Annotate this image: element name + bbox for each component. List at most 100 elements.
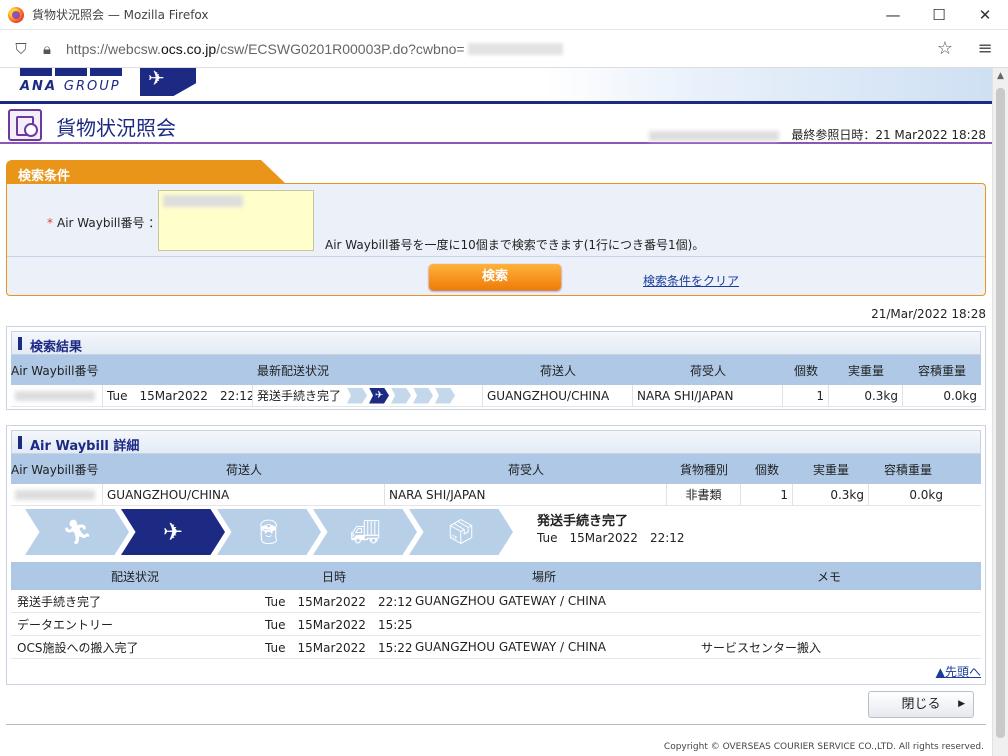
back-to-top-link[interactable]: ▲先頭へ [936, 663, 981, 680]
box-icon [435, 387, 456, 404]
status-text: 発送手続き完了 [257, 388, 342, 403]
ana-group-logo: ANA GROUP [20, 68, 122, 94]
airplane-step-icon: ✈ [121, 509, 225, 555]
url-host: https://webcsw. [66, 40, 161, 57]
close-window-button[interactable]: ✕ [962, 0, 1008, 30]
col-awb: Air Waybill番号 [11, 462, 99, 477]
app-menu-icon[interactable]: ≡ [972, 36, 998, 62]
history-row: 発送手続き完了 Tue 15Mar2022 22:12 GUANGZHOU GA… [11, 590, 981, 613]
pieces-cell: 1 [741, 483, 793, 506]
firefox-icon [8, 6, 24, 23]
shield-icon[interactable]: ⛉ [8, 36, 34, 62]
package-step-icon: 📦︎ [409, 509, 513, 555]
url-domain: ocs.co.jp [160, 40, 217, 57]
col-location: 場所 [531, 569, 556, 584]
copyright: Copyright © OVERSEAS COURIER SERVICE CO.… [663, 742, 984, 752]
footer-divider [6, 724, 986, 725]
awb-field-label: * Air Waybill番号 ： [47, 216, 161, 230]
consignee-cell: NARA SHI/JAPAN [633, 384, 783, 407]
clear-conditions-link[interactable]: 検索条件をクリア [643, 272, 739, 289]
close-button-label: 閉じる [901, 697, 941, 712]
col-cargo-type: 貨物種別 [679, 462, 728, 477]
history-place: GUANGZHOU GATEWAY / CHINA [415, 594, 606, 608]
awb-detail-panel: Air Waybill 詳細 Air Waybill番号 荷送人 荷受人 貨物種… [6, 425, 986, 685]
plane-icon: ✈ [369, 387, 390, 404]
bookmark-star-icon[interactable]: ☆ [932, 36, 958, 62]
history-header: 配送状況 日時 場所 メモ [11, 562, 981, 590]
table-row: GUANGZHOU/CHINA NARA SHI/JAPAN 非書類 1 0.3… [11, 483, 981, 506]
url-path: /csw/ECSWG0201R00003P.do?cwbno= [216, 40, 465, 57]
scroll-up-icon[interactable]: ▲ [993, 68, 1008, 84]
current-status: 発送手続き完了 Tue 15Mar2022 22:12 [537, 510, 685, 546]
window-title: 貨物状況照会 — Mozilla Firefox [32, 8, 209, 22]
delivery-progress: 🏃︎ ✈ 👮︎ 🚚︎ 📦︎ 発送手続き完了 Tue 15Mar2022 22:1… [11, 506, 981, 558]
awb-cell[interactable] [11, 384, 103, 407]
url-redacted [467, 42, 563, 55]
shipper-cell: GUANGZHOU/CHINA [103, 483, 385, 506]
customs-step-icon: 👮︎ [217, 509, 321, 555]
history-memo: サービスセンター搬入 [701, 640, 822, 655]
col-shipper: 荷送人 [539, 363, 576, 378]
browser-navbar: ⛉ 🔒︎ https://webcsw. ocs.co.jp/csw/ECSWG0… [0, 30, 1008, 68]
awb-cell [11, 483, 103, 506]
results-header: Air Waybill番号 最新配送状況 荷送人 荷受人 個数 実重量 容積重量 [11, 355, 981, 385]
history-status: 発送手続き完了 [17, 594, 102, 609]
col-volume-weight: 容積重量 [883, 462, 932, 477]
minimize-button[interactable]: — [870, 0, 916, 30]
actual-weight-cell: 0.3kg [829, 384, 903, 407]
history-row: OCS施設への搬入完了 Tue 15Mar2022 15:22 GUANGZHO… [11, 636, 981, 659]
search-results-panel: 検索結果 Air Waybill番号 最新配送状況 荷送人 荷受人 個数 実重量… [6, 326, 986, 410]
result-timestamp: 21/Mar/2022 18:28 [871, 307, 986, 321]
vertical-scrollbar[interactable]: ▲ [992, 68, 1008, 756]
cargo-type-cell: 非書類 [667, 483, 741, 506]
search-condition-box: * Air Waybill番号 ： Air Waybill番号を一度に10個まで検… [6, 183, 986, 296]
search-condition-tab: 検索条件 [6, 160, 286, 184]
history-date: Tue 15Mar2022 22:12 [265, 594, 413, 609]
col-shipper: 荷送人 [225, 462, 262, 477]
col-awb: Air Waybill番号 [11, 363, 99, 378]
close-button[interactable]: 閉じる ▶ [868, 691, 974, 718]
col-consignee: 荷受人 [689, 363, 726, 378]
col-delivery-status: 配送状況 [110, 569, 159, 584]
history-date: Tue 15Mar2022 15:25 [265, 617, 413, 632]
search-button[interactable]: 検索 [429, 264, 561, 290]
table-row[interactable]: Tue 15Mar2022 22:12 発送手続き完了 ✈ GUANGZHOU/… [11, 384, 981, 407]
truck-step-icon: 🚚︎ [313, 509, 417, 555]
status-cell: 発送手続き完了 ✈ [253, 384, 483, 407]
consignee-cell: NARA SHI/JAPAN [385, 483, 667, 506]
title-row: 貨物状況照会 最終参照日時：21 Mar2022 18:28 [0, 104, 992, 144]
status-date: Tue 15Mar2022 22:12 [103, 384, 253, 407]
col-actual-weight: 実重量 [812, 462, 849, 477]
history-place: GUANGZHOU GATEWAY / CHINA [415, 640, 606, 654]
current-status-date: Tue 15Mar2022 22:12 [537, 531, 685, 545]
detail-title: Air Waybill 詳細 [11, 430, 981, 454]
col-latest-status: 最新配送状況 [256, 363, 329, 378]
col-pieces: 個数 [754, 462, 779, 477]
detail-header: Air Waybill番号 荷送人 荷受人 貨物種別 個数 実重量 容積重量 [11, 454, 981, 484]
maximize-button[interactable]: ☐ [916, 0, 962, 30]
truck-icon [413, 387, 434, 404]
cargo-search-icon [8, 109, 42, 141]
page-title: 貨物状況照会 [56, 116, 176, 140]
awb-hint: Air Waybill番号を一度に10個まで検索できます(1行につき番号1個)。 [325, 238, 705, 252]
actual-weight-cell: 0.3kg [793, 483, 869, 506]
history-status: データエントリー [17, 617, 114, 632]
col-datetime: 日時 [321, 569, 346, 584]
history-date: Tue 15Mar2022 15:22 [265, 640, 413, 655]
header-banner: ANA GROUP [0, 68, 992, 104]
caret-right-icon: ▶ [958, 699, 965, 709]
pickup-icon [347, 387, 368, 404]
current-status-label: 発送手続き完了 [537, 514, 629, 529]
volume-weight-cell: 0.0kg [943, 388, 977, 403]
shipper-cell: GUANGZHOU/CHINA [483, 384, 633, 407]
col-consignee: 荷受人 [507, 462, 544, 477]
history-row: データエントリー Tue 15Mar2022 15:25 [11, 613, 981, 636]
lock-icon[interactable]: 🔒︎ [34, 36, 60, 62]
col-pieces: 個数 [793, 363, 818, 378]
awb-number-input[interactable] [158, 190, 314, 251]
url-bar[interactable]: https://webcsw. ocs.co.jp/csw/ECSWG0201R0… [66, 35, 926, 63]
customs-icon [391, 387, 412, 404]
last-reference: 最終参照日時：21 Mar2022 18:28 [649, 126, 986, 143]
col-actual-weight: 実重量 [847, 363, 884, 378]
scroll-thumb[interactable] [996, 88, 1005, 738]
